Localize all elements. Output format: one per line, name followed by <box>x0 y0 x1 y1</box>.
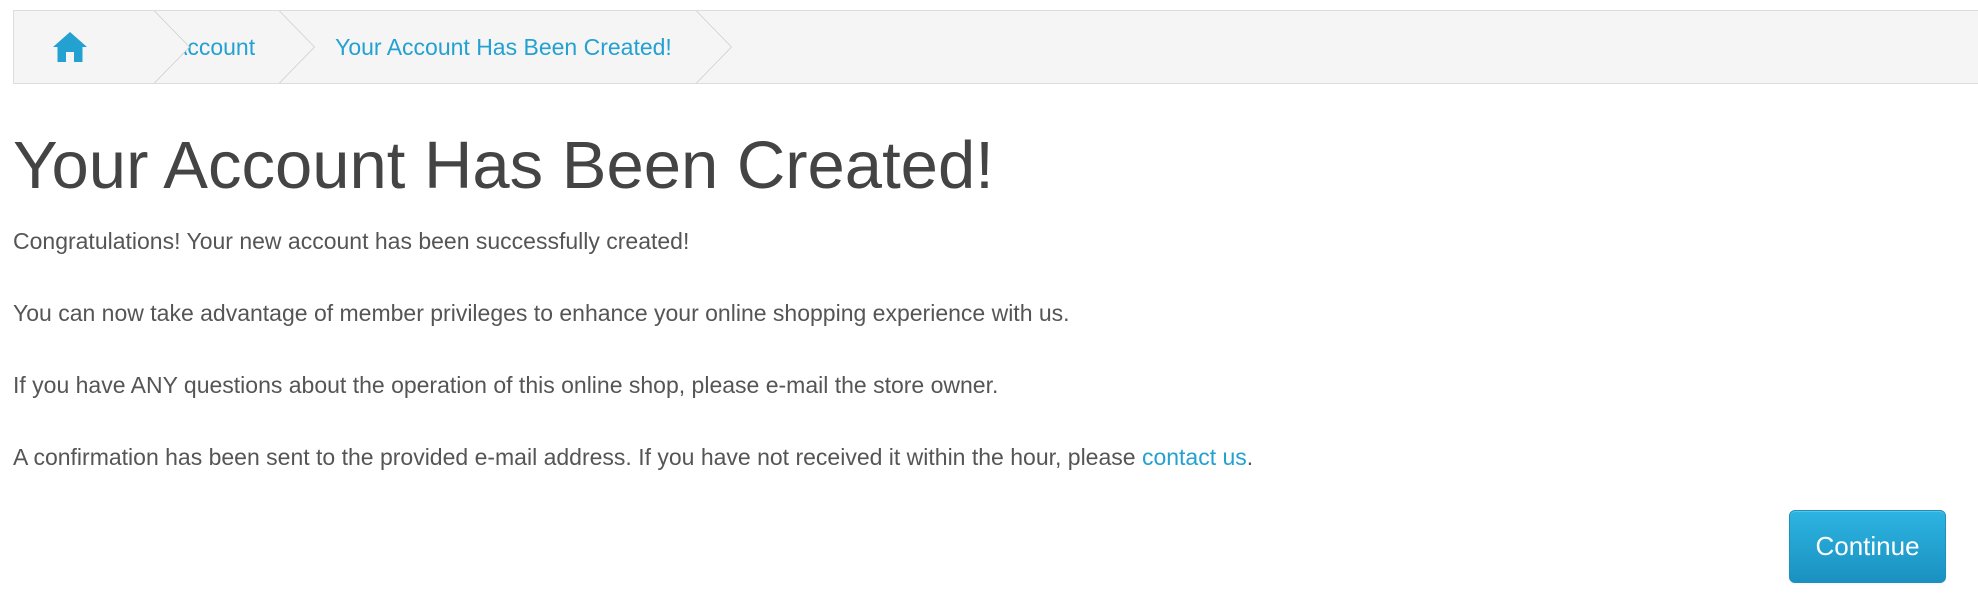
home-icon <box>52 31 88 63</box>
privileges-text: You can now take advantage of member pri… <box>13 300 1070 326</box>
breadcrumb-current[interactable]: Your Account Has Been Created! <box>279 11 696 83</box>
continue-button[interactable]: Continue <box>1789 510 1946 583</box>
contact-us-link[interactable]: contact us <box>1142 444 1247 470</box>
page-title: Your Account Has Been Created! <box>13 128 994 203</box>
breadcrumb-home[interactable] <box>14 11 190 83</box>
congratulations-text: Congratulations! Your new account has be… <box>13 228 690 254</box>
confirmation-text-end: . <box>1246 444 1254 470</box>
breadcrumb-account[interactable]: Account <box>118 11 279 83</box>
confirmation-text: A confirmation has been sent to the prov… <box>13 442 1253 472</box>
questions-text: If you have ANY questions about the oper… <box>13 372 999 398</box>
breadcrumb: Account Your Account Has Been Created! <box>13 10 1978 84</box>
confirmation-text-body: A confirmation has been sent to the prov… <box>13 444 1142 470</box>
